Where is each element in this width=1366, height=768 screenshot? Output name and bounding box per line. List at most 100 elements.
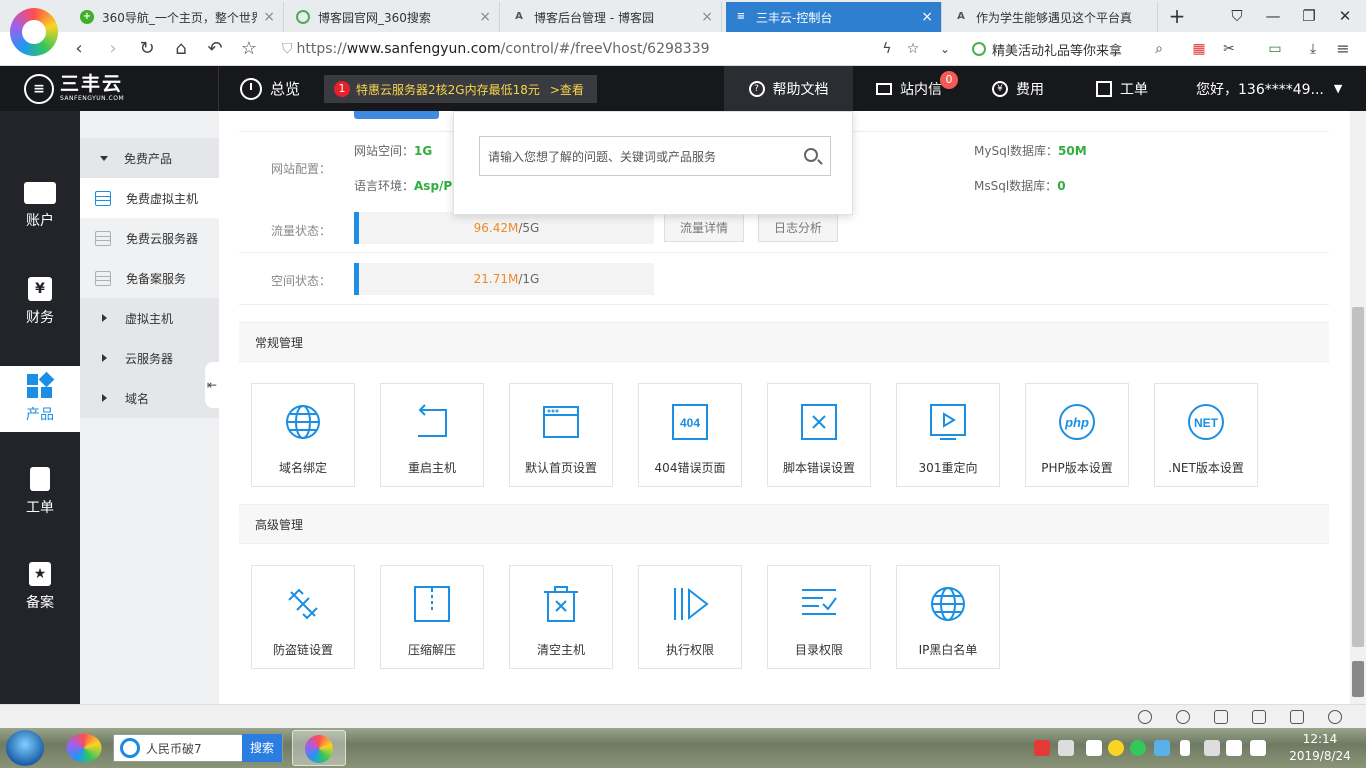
close-icon[interactable]: × bbox=[701, 9, 713, 25]
sub-menu-free-record[interactable]: 免备案服务 bbox=[80, 258, 219, 298]
zoom-icon[interactable] bbox=[1328, 710, 1342, 724]
browser-tab-sanfengyun[interactable]: ≡ 三丰云-控制台 × bbox=[726, 2, 942, 32]
system-clock[interactable]: 12:14 2019/8/24 bbox=[1280, 731, 1360, 765]
tool-card-trash[interactable]: 清空主机 bbox=[509, 565, 613, 669]
menu-icon[interactable]: ≡ bbox=[1330, 37, 1356, 61]
tool-card-anti-leech[interactable]: 防盗链设置 bbox=[251, 565, 355, 669]
forward-icon[interactable]: › bbox=[100, 37, 126, 61]
search-icon[interactable]: ⌕ bbox=[1146, 37, 1172, 61]
sanfengyun-logo[interactable]: ≡ 三丰云 SANFENGYUN.COM bbox=[0, 66, 219, 111]
scrollbar-thumb[interactable] bbox=[1352, 307, 1364, 647]
side-nav-ticket[interactable]: 工单 bbox=[0, 459, 80, 525]
user-menu[interactable]: 您好，136****49... ▼ bbox=[1196, 66, 1342, 111]
promo-banner[interactable]: 1 特惠云服务器2核2G内存最低18元 >查看 bbox=[324, 75, 597, 103]
battery-icon[interactable]: ▭ bbox=[1262, 37, 1288, 61]
new-tab-button[interactable]: + bbox=[1162, 4, 1192, 28]
signal-icon[interactable] bbox=[1250, 740, 1266, 756]
sub-menu-free-vhost[interactable]: 免费虚拟主机 bbox=[80, 178, 219, 218]
home-icon[interactable]: ⌂ bbox=[168, 37, 194, 61]
speed-icon[interactable] bbox=[1176, 710, 1190, 724]
tool-card-execute[interactable]: 执行权限 bbox=[638, 565, 742, 669]
messages-button[interactable]: 站内信 bbox=[876, 66, 942, 111]
tool-card-directory-permission[interactable]: 目录权限 bbox=[767, 565, 871, 669]
overview-link[interactable]: 总览 bbox=[240, 66, 300, 111]
volume-icon[interactable] bbox=[1252, 710, 1266, 724]
favorite-star-icon[interactable]: ☆ bbox=[900, 37, 926, 61]
download-icon[interactable]: ⤓ bbox=[1300, 37, 1326, 61]
display-icon[interactable] bbox=[1204, 740, 1220, 756]
tool-card-restart[interactable]: 重启主机 bbox=[380, 383, 484, 487]
tray-dot-icon[interactable] bbox=[1058, 740, 1074, 756]
sub-menu-free-products[interactable]: 免费产品 bbox=[80, 138, 219, 178]
blue-button-edge[interactable] bbox=[354, 111, 439, 119]
tool-card-archive[interactable]: 压缩解压 bbox=[380, 565, 484, 669]
tool-card-script-error[interactable]: 脚本错误设置 bbox=[767, 383, 871, 487]
tool-card-globe[interactable]: 域名绑定 bbox=[251, 383, 355, 487]
360-guard-icon[interactable] bbox=[1108, 740, 1124, 756]
browser-tab-article[interactable]: A 作为学生能够遇见这个平台真 bbox=[946, 2, 1158, 32]
taskbar-search-box[interactable]: 人民币破7 搜索 bbox=[113, 734, 283, 762]
sub-menu-vhost[interactable]: 虚拟主机 bbox=[80, 298, 219, 338]
fees-button[interactable]: ¥ 费用 bbox=[992, 66, 1044, 111]
redirect-icon bbox=[928, 384, 968, 445]
side-nav-finance[interactable]: ¥ 财务 bbox=[0, 269, 80, 335]
shirt-skin-icon[interactable]: ⛉ bbox=[1222, 4, 1252, 28]
volume-icon[interactable] bbox=[1226, 740, 1242, 756]
browser-tab-blog-admin[interactable]: A 博客后台管理 - 博客园 × bbox=[504, 2, 722, 32]
network-check-icon[interactable] bbox=[1154, 740, 1170, 756]
sub-menu-free-cloud[interactable]: 免费云服务器 bbox=[80, 218, 219, 258]
scissors-icon[interactable]: ✂ bbox=[1216, 37, 1242, 61]
tool-card-browser-window[interactable]: 默认首页设置 bbox=[509, 383, 613, 487]
close-icon[interactable]: × bbox=[921, 9, 933, 25]
trash-icon[interactable] bbox=[1214, 710, 1228, 724]
scrollbar-thumb-secondary[interactable] bbox=[1352, 661, 1364, 697]
tool-card-404[interactable]: 404 404错误页面 bbox=[638, 383, 742, 487]
close-window-icon[interactable]: ✕ bbox=[1330, 4, 1360, 28]
360-browser-logo-icon[interactable] bbox=[10, 8, 58, 56]
sogou-icon[interactable] bbox=[1034, 740, 1050, 756]
taskbar-search-button[interactable]: 搜索 bbox=[242, 734, 282, 762]
help-doc-button[interactable]: ? 帮助文档 bbox=[724, 66, 853, 111]
back-icon[interactable]: ‹ bbox=[66, 37, 92, 61]
lang-config: 语言环境：Asp/Pl bbox=[354, 177, 456, 194]
close-icon[interactable]: × bbox=[263, 9, 275, 25]
chevron-down-icon[interactable]: ⌄ bbox=[932, 37, 958, 61]
lightning-icon[interactable]: ϟ bbox=[874, 37, 900, 61]
help-search-input[interactable]: 请输入您想了解的问题、关键词或产品服务 bbox=[479, 136, 831, 176]
k-icon[interactable] bbox=[1130, 740, 1146, 756]
side-nav-product[interactable]: 产品 bbox=[0, 366, 80, 432]
minimize-icon[interactable]: — bbox=[1258, 4, 1288, 28]
log-analysis-button[interactable]: 日志分析 bbox=[758, 214, 838, 242]
traffic-detail-button[interactable]: 流量详情 bbox=[664, 214, 744, 242]
tool-card-ip-list[interactable]: IP黑白名单 bbox=[896, 565, 1000, 669]
battery-icon[interactable] bbox=[1180, 740, 1190, 756]
start-button-icon[interactable] bbox=[6, 730, 44, 766]
reload-icon[interactable]: ↻ bbox=[134, 37, 160, 61]
sub-menu-domain[interactable]: 域名 bbox=[80, 378, 219, 418]
collapse-menu-icon[interactable]: ⇤ bbox=[205, 362, 219, 408]
window-icon[interactable] bbox=[1290, 710, 1304, 724]
apps-icon[interactable]: ▦ bbox=[1186, 37, 1212, 61]
browser-tab-360-nav[interactable]: + 360导航_一个主页，整个世界 × bbox=[72, 2, 284, 32]
search-icon[interactable] bbox=[804, 148, 818, 162]
side-nav-record[interactable]: ★ 备案 bbox=[0, 554, 80, 620]
bookmark-star-icon[interactable]: ☆ bbox=[236, 37, 262, 61]
browser-tab-search[interactable]: 博客园官网_360搜索 × bbox=[288, 2, 500, 32]
tool-card-php[interactable]: php PHP版本设置 bbox=[1025, 383, 1129, 487]
tool-card-redirect[interactable]: 301重定向 bbox=[896, 383, 1000, 487]
thermometer-icon[interactable] bbox=[1086, 740, 1102, 756]
taskbar-360-browser-active[interactable] bbox=[292, 730, 346, 766]
promo-search-box[interactable]: 精美活动礼品等你来拿 bbox=[972, 35, 1172, 63]
page-scrollbar[interactable] bbox=[1350, 111, 1366, 704]
undo-close-icon[interactable]: ↶ bbox=[202, 37, 228, 61]
360-taskbar-icon[interactable] bbox=[66, 733, 102, 763]
close-icon[interactable]: × bbox=[479, 9, 491, 25]
tool-card-dotnet[interactable]: NET .NET版本设置 bbox=[1154, 383, 1258, 487]
sub-menu-cloud-server[interactable]: 云服务器 bbox=[80, 338, 219, 378]
tickets-button[interactable]: 工单 bbox=[1096, 66, 1148, 111]
promo-view-link[interactable]: >查看 bbox=[550, 81, 584, 98]
url-input[interactable]: ⛉ https://www.sanfengyun.com/control/#/f… bbox=[282, 35, 962, 63]
side-nav-account[interactable]: 账户 bbox=[0, 173, 80, 239]
rocket-icon[interactable] bbox=[1138, 710, 1152, 724]
restore-icon[interactable]: ❐ bbox=[1294, 4, 1324, 28]
